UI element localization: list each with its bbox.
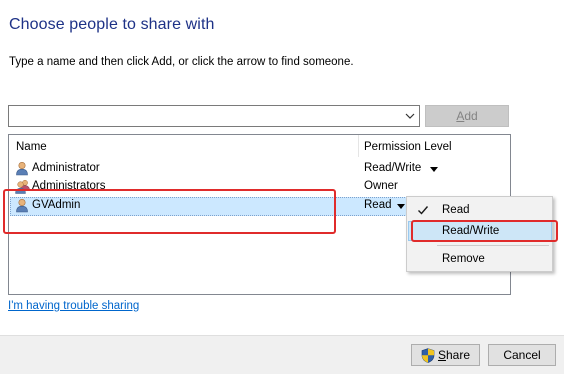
user-icon [15,161,29,176]
add-button-label: dd [464,109,478,123]
column-header-permission-level[interactable]: Permission Level [364,135,452,157]
share-button-accesskey: S [437,348,446,362]
row-permission[interactable]: Read/Write [364,162,421,174]
add-button-accesskey: A [456,109,465,123]
dialog-heading: Choose people to share with [9,16,215,33]
list-row-administrator[interactable]: Administrator Read/Write [10,160,509,178]
highlight-annotation-read-write [411,220,558,242]
instructions-text: Type a name and then click Add, or click… [9,56,354,68]
name-input[interactable] [9,106,401,126]
trouble-sharing-link[interactable]: I'm having trouble sharing [8,300,139,312]
menu-item-label: Read [442,204,470,216]
permission-dropdown-arrow-icon[interactable] [430,167,438,172]
row-permission[interactable]: Read [364,199,392,211]
uac-shield-icon [421,347,435,363]
row-permission: Owner [364,180,398,192]
share-button[interactable]: Share [411,344,480,366]
add-button[interactable]: Add [425,105,509,127]
menu-item-read[interactable]: Read [408,200,552,220]
row-name: Administrator [32,162,100,174]
menu-item-remove[interactable]: Remove [408,249,552,269]
highlight-annotation-gvadmin [3,189,336,234]
share-button-label: hare [445,348,471,362]
name-combobox[interactable] [8,105,420,127]
menu-separator [437,245,549,246]
menu-item-label: Remove [442,253,485,265]
column-separator[interactable] [358,135,359,157]
permission-dropdown-arrow-icon[interactable] [397,204,405,209]
checkmark-icon [417,204,429,216]
column-header-name[interactable]: Name [16,135,47,157]
cancel-button[interactable]: Cancel [488,344,556,366]
chevron-down-icon[interactable] [403,109,417,123]
